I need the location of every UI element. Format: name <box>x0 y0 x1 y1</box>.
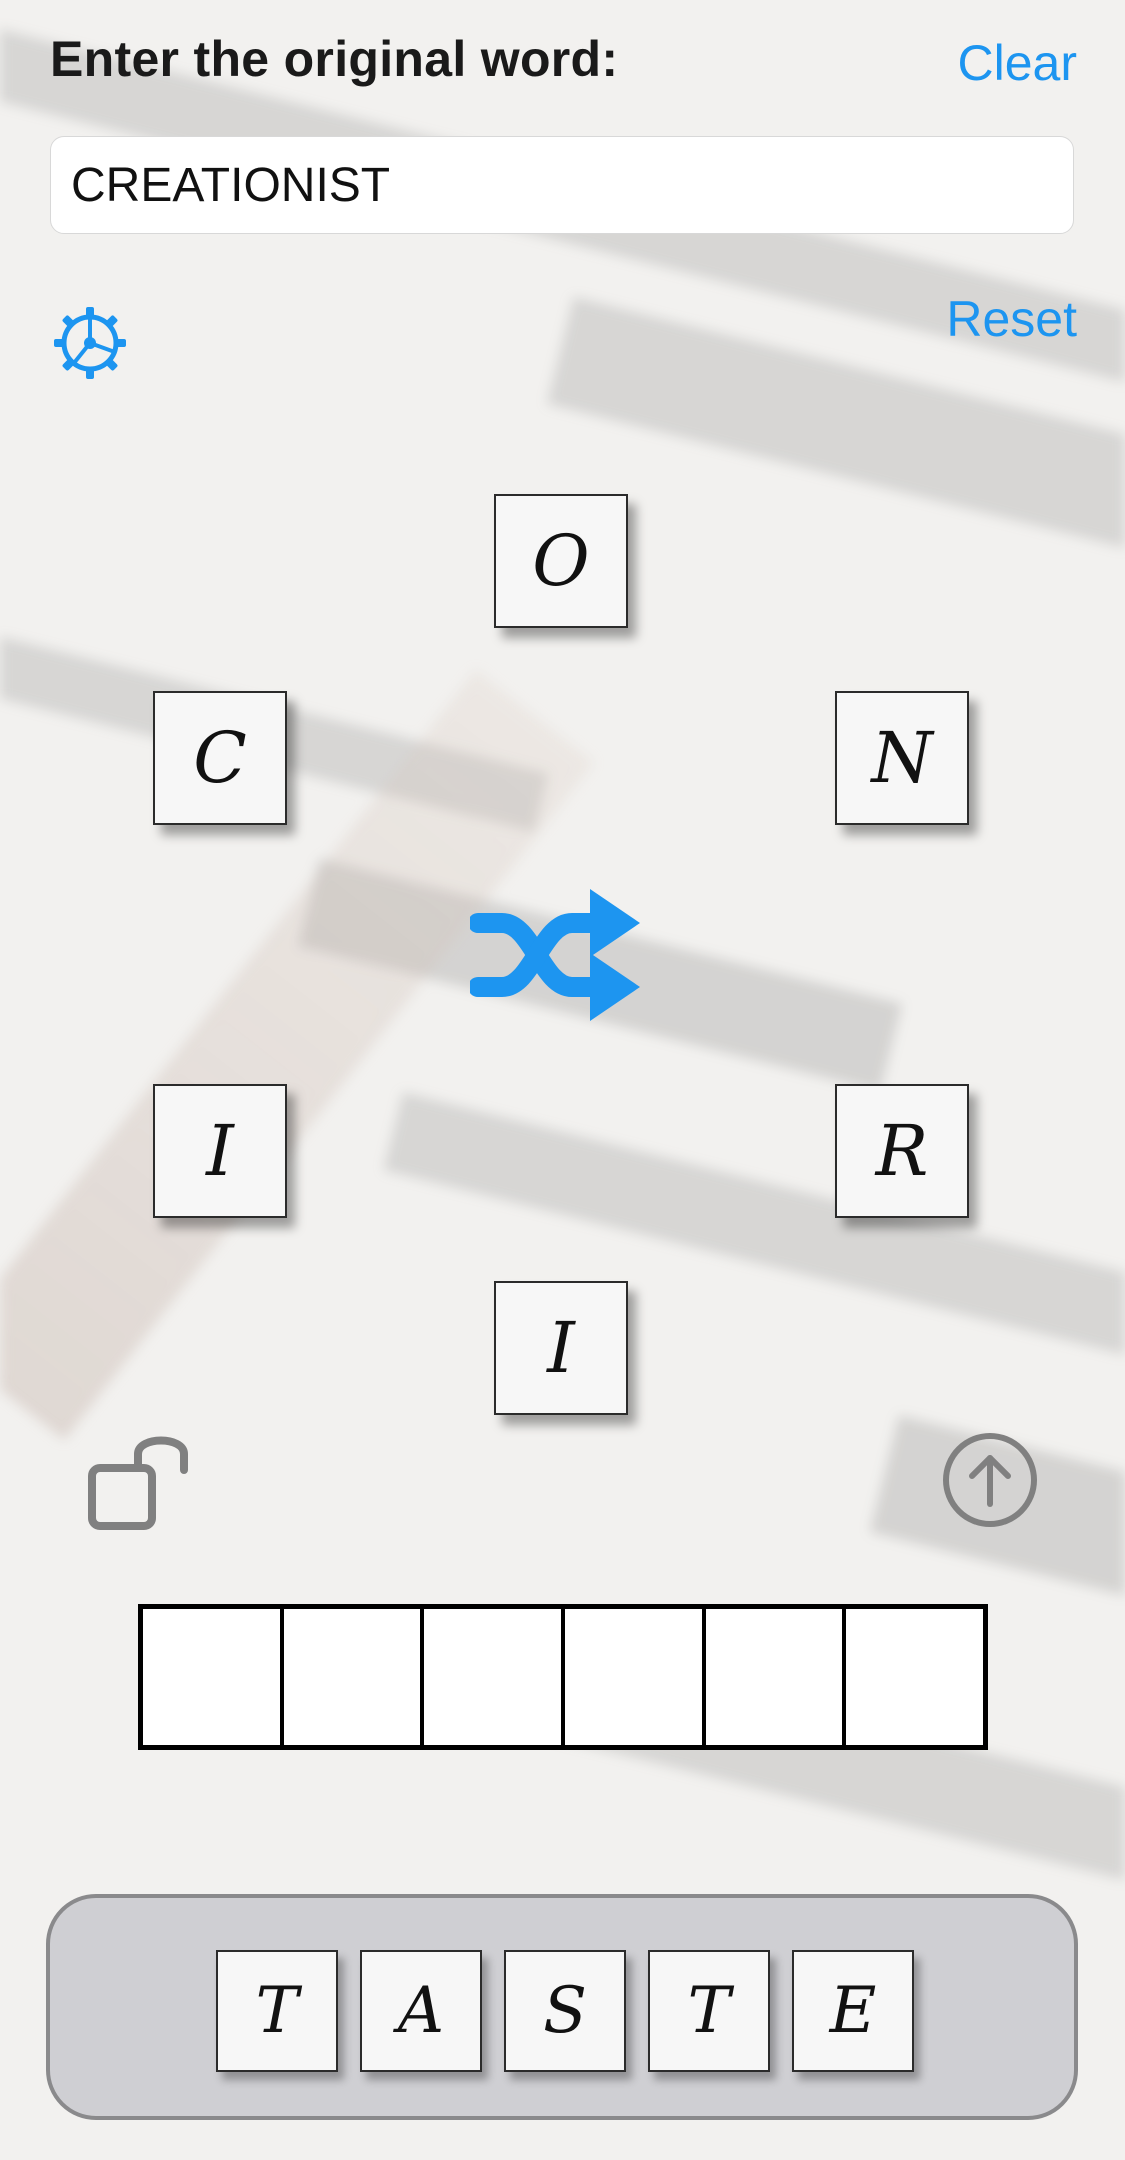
reset-button[interactable]: Reset <box>946 290 1077 348</box>
original-word-input[interactable] <box>50 136 1074 234</box>
letter-tile[interactable]: I <box>153 1084 287 1218</box>
letter-tile[interactable]: I <box>494 1281 628 1415</box>
letter-tile[interactable]: N <box>835 691 969 825</box>
answer-slot[interactable] <box>706 1609 847 1745</box>
answer-slot[interactable] <box>143 1609 284 1745</box>
answer-slot[interactable] <box>284 1609 425 1745</box>
word-tray: T A S T E <box>46 1894 1078 2120</box>
answer-slot[interactable] <box>846 1609 983 1745</box>
tray-letter-tile[interactable]: S <box>504 1950 626 2072</box>
tray-letter-tile[interactable]: T <box>216 1950 338 2072</box>
tray-letter-tile[interactable]: T <box>648 1950 770 2072</box>
letter-tile[interactable]: R <box>835 1084 969 1218</box>
arrow-up-circle-icon[interactable] <box>940 1430 1040 1530</box>
unlocked-padlock-icon[interactable] <box>86 1432 196 1532</box>
answer-slot[interactable] <box>424 1609 566 1745</box>
answer-slot[interactable] <box>565 1609 706 1745</box>
letter-tile[interactable]: C <box>153 691 287 825</box>
gear-icon[interactable] <box>52 305 128 381</box>
page-title: Enter the original word: <box>50 31 619 87</box>
answer-slots <box>138 1604 988 1750</box>
tray-letter-tile[interactable]: A <box>360 1950 482 2072</box>
tray-letter-tile[interactable]: E <box>792 1950 914 2072</box>
shuffle-icon[interactable] <box>470 885 650 1025</box>
clear-button[interactable]: Clear <box>958 34 1077 92</box>
letter-tile[interactable]: O <box>494 494 628 628</box>
